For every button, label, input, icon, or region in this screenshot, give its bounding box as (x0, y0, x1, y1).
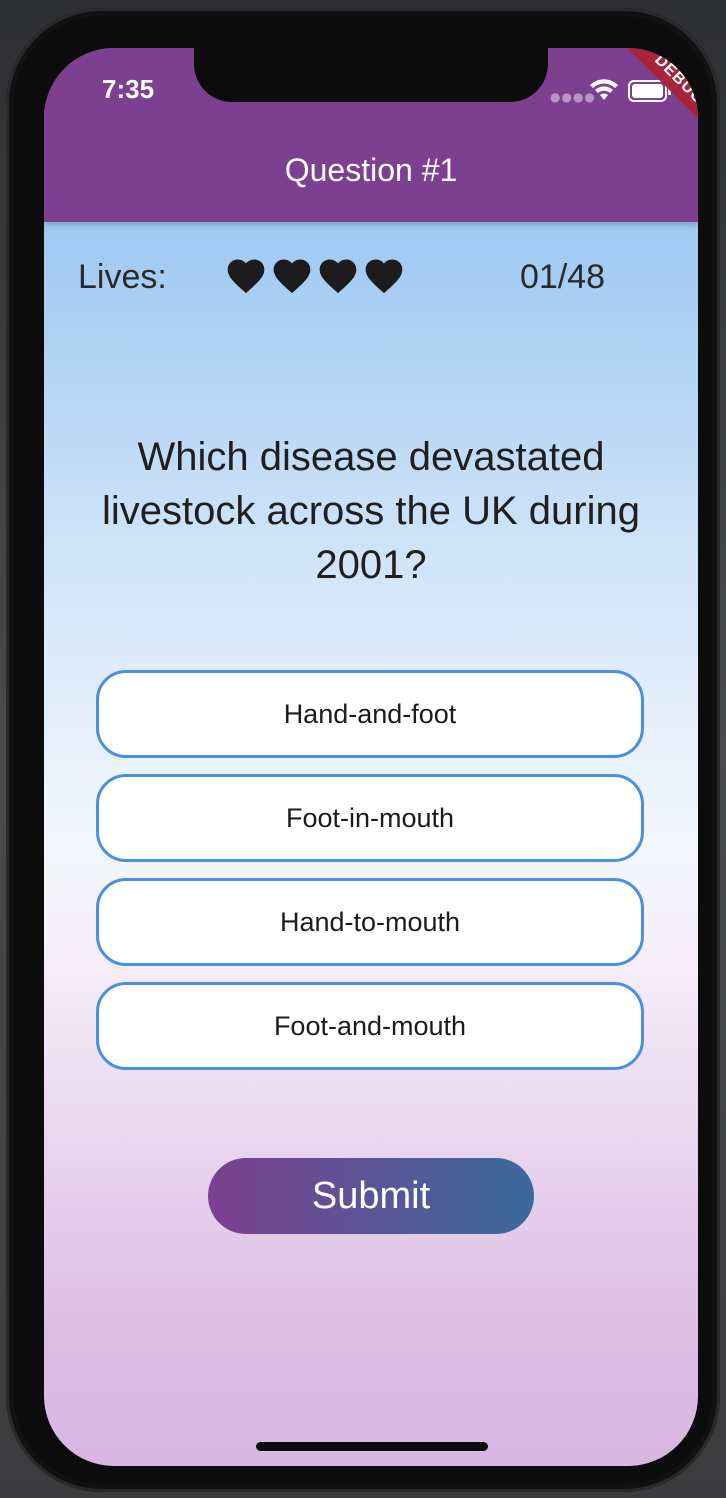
answer-option[interactable]: Hand-to-mouth (96, 878, 644, 966)
answer-list: Hand-and-foot Foot-in-mouth Hand-to-mout… (96, 670, 644, 1086)
answer-option[interactable]: Hand-and-foot (96, 670, 644, 758)
heart-icon (227, 259, 265, 294)
status-time: 7:35 (102, 74, 155, 104)
page-title: Question #1 (284, 152, 458, 188)
lives-row: Lives: 01/48 (78, 254, 668, 302)
answer-option[interactable]: Foot-and-mouth (96, 982, 644, 1070)
phone-frame: 7:35 ●●●● DEBUG Question #1 Lives: 01/48… (6, 8, 720, 1492)
answer-option[interactable]: Foot-in-mouth (96, 774, 644, 862)
question-text: Which disease devastated livestock acros… (101, 435, 640, 587)
heart-icon (365, 259, 403, 294)
lives-label: Lives: (78, 258, 167, 296)
question-progress: 01/48 (520, 258, 606, 296)
phone-screen: 7:35 ●●●● DEBUG Question #1 Lives: 01/48… (44, 48, 698, 1466)
heart-icon (273, 259, 311, 294)
notch (194, 48, 548, 102)
app-bar: 7:35 ●●●● DEBUG Question #1 (44, 48, 698, 222)
submit-button[interactable]: Submit (208, 1158, 534, 1234)
wifi-icon (590, 79, 618, 100)
cellular-dots-icon: ●●●● (550, 90, 596, 104)
lives-hearts (224, 254, 406, 302)
heart-icon (319, 259, 357, 294)
home-indicator[interactable] (256, 1442, 488, 1451)
